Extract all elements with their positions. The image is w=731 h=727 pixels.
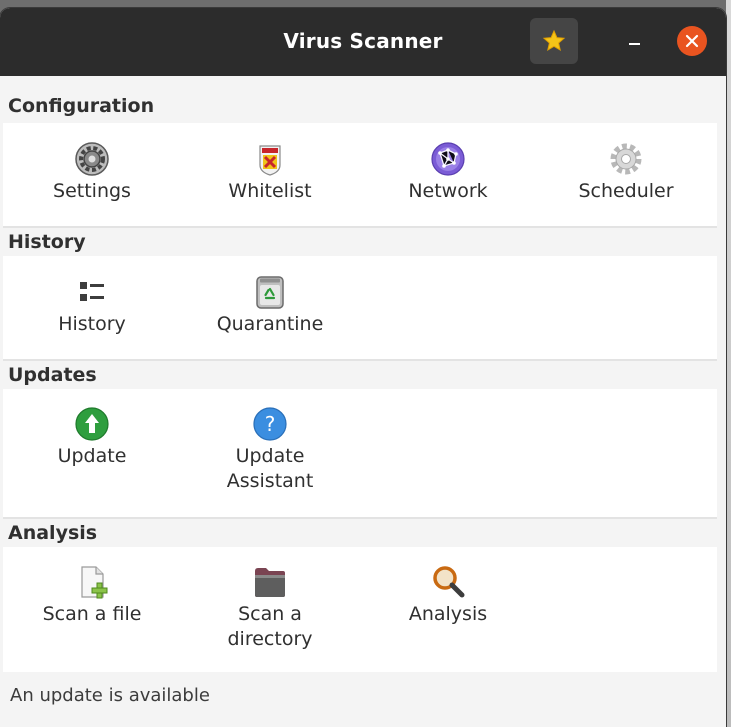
recycle-bin-icon (256, 276, 284, 309)
history-panel: History Quarantine (3, 256, 717, 359)
scan-file-button[interactable]: Scan a file (3, 564, 181, 627)
scan-file-label: Scan a file (42, 603, 142, 625)
history-label: History (58, 313, 126, 335)
settings-button[interactable]: Settings (3, 141, 181, 204)
settings-label: Settings (53, 180, 131, 202)
desktop-background (726, 0, 731, 727)
gear-dark-icon (75, 142, 109, 176)
update-button[interactable]: Update (3, 406, 181, 469)
star-icon (542, 29, 566, 52)
magnifier-icon (433, 566, 465, 598)
gear-light-icon (610, 143, 642, 175)
scan-directory-button[interactable]: Scan a directory (181, 564, 359, 652)
virus-scanner-window: Virus Scanner Configuration Settings Whi… (0, 8, 726, 727)
configuration-panel: Settings Whitelist Network Scheduler (3, 123, 717, 226)
history-button[interactable]: History (3, 274, 181, 337)
network-button[interactable]: Network (359, 141, 537, 204)
divider (3, 359, 717, 361)
close-icon (685, 34, 699, 48)
scan-directory-label: Scan a directory (227, 603, 313, 650)
pin-button[interactable] (530, 18, 578, 64)
close-button[interactable] (677, 26, 707, 56)
main-content: Configuration Settings Whitelist Network… (0, 76, 726, 727)
minimize-icon (628, 43, 640, 45)
analysis-panel: Scan a file Scan a directory Analysis (3, 547, 717, 672)
whitelist-shield-icon (259, 145, 281, 176)
scheduler-button[interactable]: Scheduler (537, 141, 715, 204)
whitelist-button[interactable]: Whitelist (181, 141, 359, 204)
whitelist-label: Whitelist (228, 180, 312, 202)
divider (3, 226, 717, 228)
section-header-history: History (8, 231, 86, 253)
minimize-button[interactable] (616, 22, 652, 58)
file-add-icon (81, 566, 108, 599)
folder-icon (255, 568, 285, 597)
section-header-analysis: Analysis (8, 522, 98, 544)
scheduler-label: Scheduler (578, 180, 674, 202)
section-header-updates: Updates (8, 364, 97, 386)
update-assistant-button[interactable]: ? Update Assistant (181, 406, 359, 494)
svg-text:?: ? (265, 412, 276, 436)
quarantine-label: Quarantine (216, 313, 324, 335)
analysis-label: Analysis (408, 603, 488, 625)
update-assistant-label: Update Assistant (226, 445, 314, 492)
arrow-up-circle-icon (75, 407, 109, 441)
title-bar[interactable]: Virus Scanner (0, 8, 726, 76)
network-globe-icon (431, 142, 465, 176)
section-header-configuration: Configuration (8, 95, 155, 117)
update-label: Update (57, 445, 127, 467)
quarantine-button[interactable]: Quarantine (181, 274, 359, 337)
network-label: Network (408, 180, 488, 202)
help-circle-icon: ? (253, 407, 287, 441)
divider (3, 517, 717, 519)
list-icon (80, 282, 104, 301)
status-bar-text: An update is available (10, 685, 210, 706)
updates-panel: Update ? Update Assistant (3, 389, 717, 517)
analysis-button[interactable]: Analysis (359, 564, 537, 627)
